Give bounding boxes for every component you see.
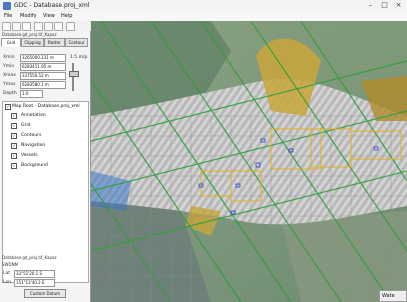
lat-field[interactable]: 33°51'20.1 S xyxy=(14,270,55,278)
layer-tree-root: Map Root - Database.proj_xml xyxy=(12,104,80,109)
tab-contour[interactable]: Contour xyxy=(65,38,88,47)
settings-icon[interactable] xyxy=(66,22,75,31)
map-canvas[interactable] xyxy=(91,21,407,302)
minimize-button[interactable]: – xyxy=(364,1,377,10)
scale-slider-track[interactable] xyxy=(72,63,74,91)
new-icon[interactable] xyxy=(2,22,11,31)
xmin-label: Xmin xyxy=(3,55,15,60)
status-bar-item: Wate xyxy=(379,290,407,302)
layer-checkbox[interactable]: ✓ xyxy=(11,143,17,149)
menu-help[interactable]: Help xyxy=(61,13,72,19)
pan-icon[interactable] xyxy=(54,22,63,31)
toolbar xyxy=(0,21,90,31)
layer-item[interactable]: Contours xyxy=(21,133,41,138)
menu-modify[interactable]: Modify xyxy=(20,13,37,19)
ymax-label: Ymax xyxy=(3,82,16,87)
ymin-field[interactable]: 6283411.95 m xyxy=(20,63,66,71)
tab-clipping[interactable]: Clipping xyxy=(21,38,44,47)
zoom-in-icon[interactable] xyxy=(34,22,43,31)
lon-field[interactable]: 151°13'40.2 E xyxy=(14,279,55,287)
layer-checkbox[interactable]: ✓ xyxy=(11,113,17,119)
layer-item[interactable]: Annotation xyxy=(21,113,46,118)
xmax-label: Xmax xyxy=(3,73,16,78)
app-window: GDC - Database.proj_xml – □ × File Modif… xyxy=(0,0,407,302)
save-icon[interactable] xyxy=(22,22,31,31)
map-view[interactable] xyxy=(91,21,407,302)
window-title: GDC - Database.proj_xml xyxy=(14,2,90,9)
root-checkbox[interactable]: ✓ xyxy=(5,104,11,110)
bottom-path: Database.gd_proj.tif_Kapaz xyxy=(2,255,57,260)
layer-item[interactable]: Vessels xyxy=(21,153,38,158)
xmax-field[interactable]: 337550.52 m xyxy=(20,72,66,80)
close-button[interactable]: × xyxy=(392,1,405,10)
app-icon xyxy=(3,2,11,10)
menu-view[interactable]: View xyxy=(43,13,55,19)
scale-label: 1.5 m/p xyxy=(70,55,88,60)
layer-item[interactable]: Background xyxy=(21,163,48,168)
custom-datum-button[interactable]: Custom Datum xyxy=(24,289,66,298)
depth-field[interactable]: 1.0 xyxy=(20,90,43,98)
depth-label: Depth xyxy=(3,91,17,96)
ymin-label: Ymin xyxy=(3,64,15,69)
menu-bar: File Modify View Help xyxy=(0,12,407,21)
lon-label: Lon xyxy=(3,280,12,285)
layer-checkbox[interactable]: ✓ xyxy=(11,153,17,159)
lat-label: Lat xyxy=(3,271,11,276)
side-panel: Database.gd_proj.tif_Kapaz Grid Clipping… xyxy=(0,31,91,302)
open-icon[interactable] xyxy=(12,22,21,31)
panel-path: Database.gd_proj.tif_Kapaz xyxy=(2,32,57,37)
layer-item[interactable]: Grid xyxy=(21,123,30,128)
maximize-button[interactable]: □ xyxy=(378,1,391,10)
zoom-out-icon[interactable] xyxy=(44,22,53,31)
xmin-field[interactable]: 3265000.231 m xyxy=(20,54,66,62)
layer-checkbox[interactable]: ✓ xyxy=(11,133,17,139)
scale-slider-thumb[interactable] xyxy=(69,71,79,77)
ymax-field[interactable]: 6283580.1 m xyxy=(20,81,66,89)
tab-grid[interactable]: Grid xyxy=(1,38,21,47)
menu-file[interactable]: File xyxy=(4,13,12,19)
bottom-code: SWDNM xyxy=(2,262,19,267)
layer-checkbox[interactable]: ✓ xyxy=(11,123,17,129)
layer-item[interactable]: Navigation xyxy=(21,143,45,148)
tab-raster[interactable]: Raster xyxy=(44,38,65,47)
layer-checkbox[interactable]: ✓ xyxy=(11,163,17,169)
land-area xyxy=(281,211,407,302)
